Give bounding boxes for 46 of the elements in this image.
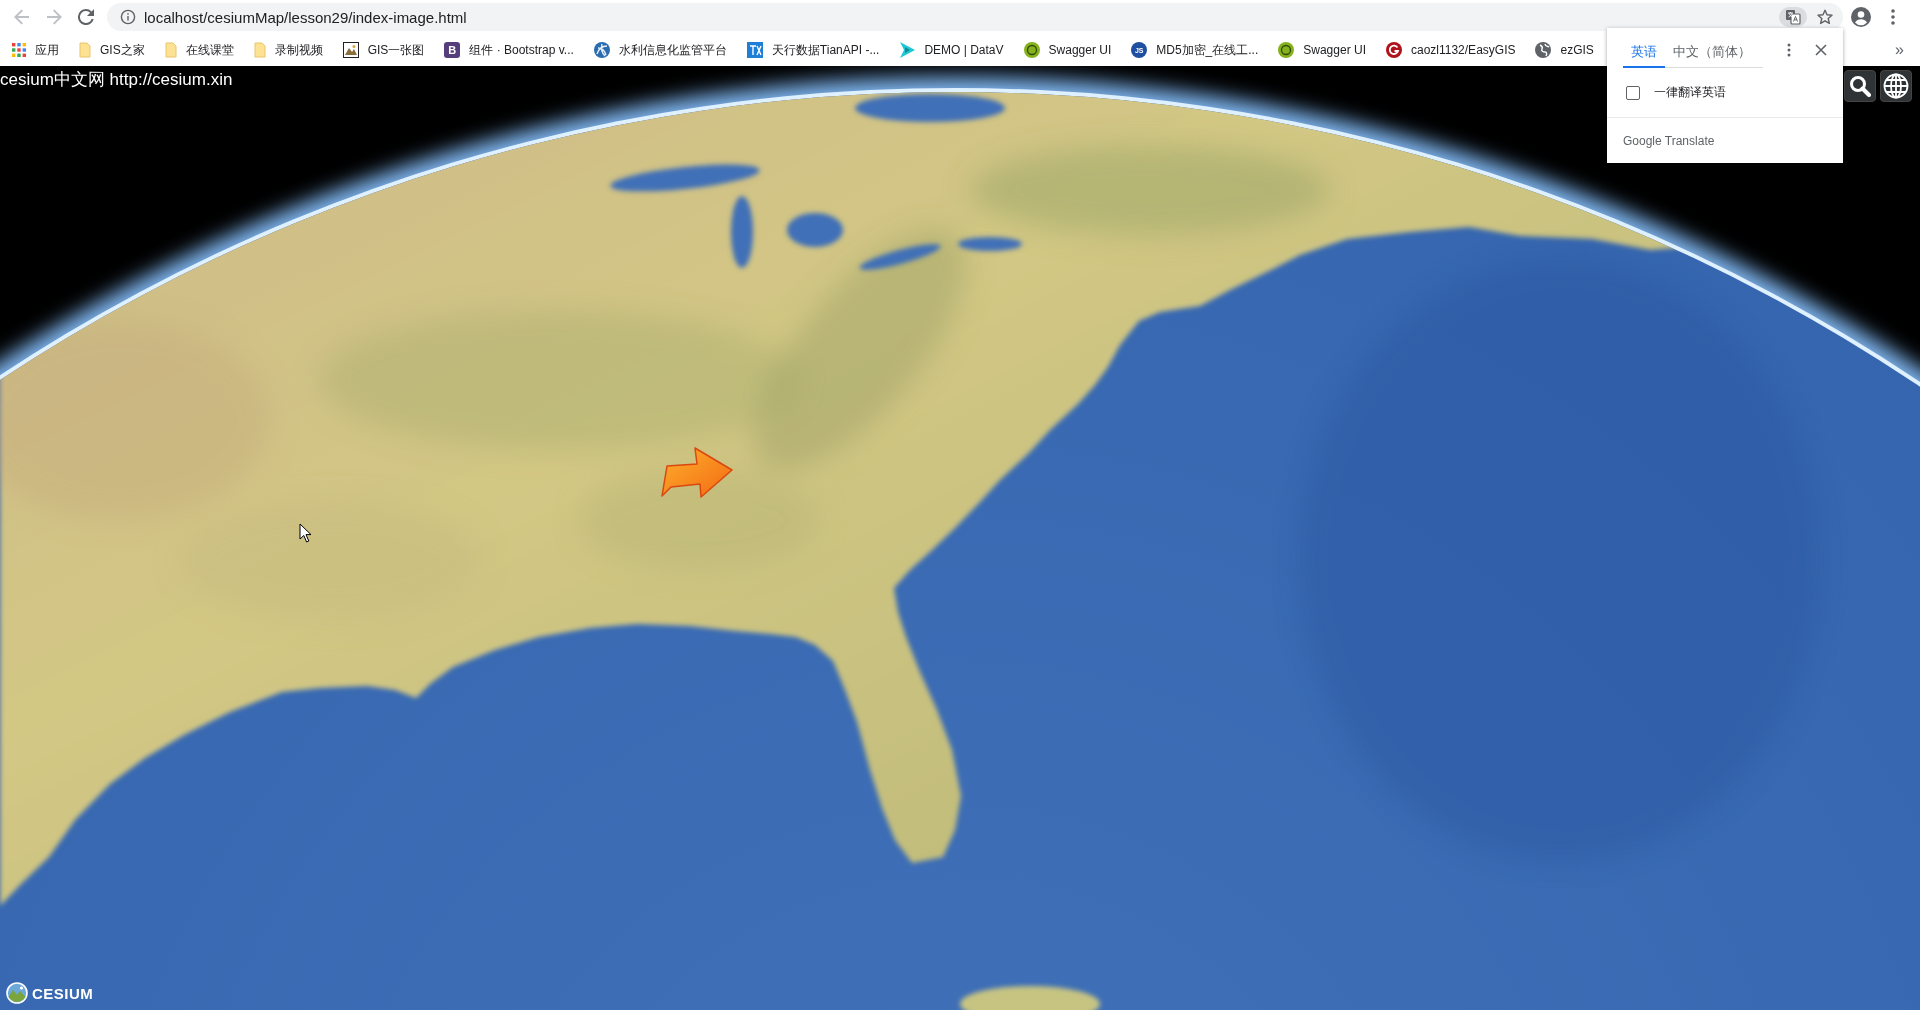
bookmark-item[interactable]: 水利信息化监管平台: [583, 36, 737, 64]
bookmark-item[interactable]: B 组件 · Bootstrap v...: [434, 36, 584, 64]
apps-grid-icon: [12, 43, 26, 57]
bookmark-item[interactable]: Swagger UI: [1013, 36, 1122, 64]
bookmark-item[interactable]: ezGIS: [1525, 36, 1604, 64]
star-icon: [1817, 9, 1833, 25]
back-arrow-icon: [14, 9, 30, 25]
logo-link[interactable]: CESIUM: [6, 982, 94, 1004]
checkbox-label: 一律翻译英语: [1654, 84, 1726, 101]
bookmark-item[interactable]: Swagger UI: [1268, 36, 1376, 64]
checkbox[interactable]: [1626, 85, 1640, 100]
mouse-pointer-icon: [299, 523, 312, 543]
url-text: localhost/cesiumMap/lesson29/index-image.html: [144, 8, 468, 26]
close-icon: [1815, 44, 1827, 56]
letter-logo-icon: B: [444, 42, 461, 58]
picture-icon: [342, 42, 359, 58]
bookmarks-overflow-button[interactable]: »: [1885, 36, 1914, 64]
search-button[interactable]: [1844, 70, 1876, 102]
folder-icon: [253, 42, 266, 58]
info-icon: [120, 9, 136, 25]
folder-icon: [79, 42, 91, 58]
more-vertical-icon: [1891, 9, 1895, 25]
address-bar[interactable]: localhost/cesiumMap/lesson29/index-image.html: [107, 3, 1843, 31]
language-tab[interactable]: 中文（简体）: [1665, 43, 1759, 68]
bookmark-item[interactable]: caozl1132/EasyGIS: [1375, 36, 1526, 64]
base-layer-button[interactable]: [1880, 70, 1912, 102]
globe-icon: [1883, 73, 1909, 99]
more-vertical-icon: [1787, 43, 1791, 57]
bookmark-item[interactable]: DEMO | DataV: [889, 36, 1014, 64]
folder-icon: [164, 42, 177, 58]
site-title: cesium中文网 http://cesium.xin: [0, 69, 233, 91]
footer-text: Google Translate: [1623, 133, 1715, 148]
bookmark-item[interactable]: GIS之家: [69, 36, 155, 64]
translate-icon: [1785, 9, 1801, 25]
bookmark-item[interactable]: 应用: [2, 36, 69, 64]
reload-icon: [78, 9, 94, 25]
avatar-icon: [1851, 7, 1871, 27]
bookmark-item[interactable]: 天行数据TianAPI -...: [736, 36, 890, 64]
language-tab[interactable]: 英语: [1623, 43, 1665, 68]
bookmark-item[interactable]: 录制视频: [243, 36, 333, 64]
search-icon: [1849, 75, 1871, 97]
bookmark-item[interactable]: GIS一张图: [332, 36, 435, 64]
bookmark-item[interactable]: 在线课堂: [154, 36, 244, 64]
forward-arrow-icon: [46, 9, 62, 25]
translate-button[interactable]: [1779, 7, 1807, 27]
arrow-icon: [661, 446, 733, 498]
